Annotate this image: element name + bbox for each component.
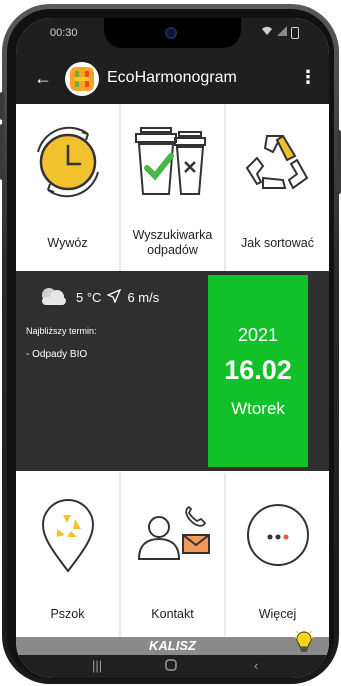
- tile-wiecej[interactable]: Więcej: [226, 473, 329, 636]
- recycle-icon: [245, 134, 308, 190]
- phone-frame: 00:30 ← EcoHarmonogram ⋮ Wywóz Wyszukiwa…: [0, 4, 341, 684]
- info-panel: 5 °C 6 m/s Najbliższy termin: - Odpady B…: [16, 271, 329, 471]
- wind-speed: 6 m/s: [127, 290, 160, 305]
- more-dots-icon: [246, 504, 309, 566]
- back-nav-icon[interactable]: ‹: [254, 658, 258, 673]
- more-vertical-icon[interactable]: ⋮: [299, 67, 317, 88]
- camera-icon: [165, 27, 177, 39]
- wifi-icon: [261, 26, 273, 39]
- date-panel: 2021 16.02 Wtorek: [208, 275, 308, 467]
- battery-icon: [291, 26, 299, 39]
- tile-jak-sortowac[interactable]: Jak sortować: [226, 104, 329, 271]
- app-logo: [65, 62, 99, 96]
- date-day: 16.02: [224, 355, 292, 385]
- status-bar: 00:30: [16, 18, 329, 54]
- power-button: [337, 130, 341, 194]
- notch: [104, 18, 241, 48]
- app-title: EcoHarmonogram: [107, 69, 237, 86]
- volume-up-button: [0, 92, 4, 120]
- bins-icon: [134, 127, 206, 195]
- status-icons: [261, 26, 299, 39]
- tile-label: Więcej: [258, 607, 297, 621]
- tile-wywoz[interactable]: Wywóz: [16, 104, 119, 271]
- status-time: 00:30: [50, 27, 78, 39]
- system-nav-bar: ||| ‹: [16, 655, 329, 678]
- back-arrow-icon[interactable]: ←: [34, 67, 52, 89]
- top-tiles: Wywóz Wyszukiwarka odpadów Jak sortować: [16, 104, 329, 271]
- tile-label: Wyszukiwarka odpadów: [132, 228, 213, 257]
- city-bar: KALISZ: [16, 637, 329, 655]
- tile-pszok[interactable]: Pszok: [16, 473, 119, 636]
- bottom-tiles: Pszok Kontakt Więcej: [16, 473, 329, 636]
- volume-down-button: [0, 124, 4, 180]
- location-recycle-icon: [41, 499, 94, 573]
- weather-row: 5 °C 6 m/s: [36, 285, 159, 310]
- date-weekday: Wtorek: [231, 399, 285, 418]
- next-collection-item: - Odpady BIO: [26, 349, 88, 360]
- home-icon[interactable]: [164, 658, 178, 675]
- recent-apps-icon[interactable]: |||: [92, 658, 102, 673]
- wind-direction-icon: [106, 288, 122, 306]
- calendar-clock-icon: [36, 126, 99, 198]
- screen: 00:30 ← EcoHarmonogram ⋮ Wywóz Wyszukiwa…: [16, 18, 329, 678]
- temperature: 5 °C: [76, 290, 102, 305]
- app-bar: ← EcoHarmonogram ⋮: [16, 54, 329, 104]
- cloud-icon: [36, 285, 70, 310]
- tile-label: Kontakt: [151, 607, 194, 621]
- tile-label: Wywóz: [47, 236, 88, 250]
- tile-label: Jak sortować: [241, 236, 314, 250]
- tile-wyszukiwarka[interactable]: Wyszukiwarka odpadów: [121, 104, 224, 271]
- date-year: 2021: [237, 325, 279, 345]
- next-collection-title: Najbliższy termin:: [26, 326, 97, 336]
- contact-icon: [137, 505, 210, 560]
- tile-label: Pszok: [50, 607, 85, 621]
- tile-kontakt[interactable]: Kontakt: [121, 473, 224, 636]
- signal-icon: [277, 26, 287, 39]
